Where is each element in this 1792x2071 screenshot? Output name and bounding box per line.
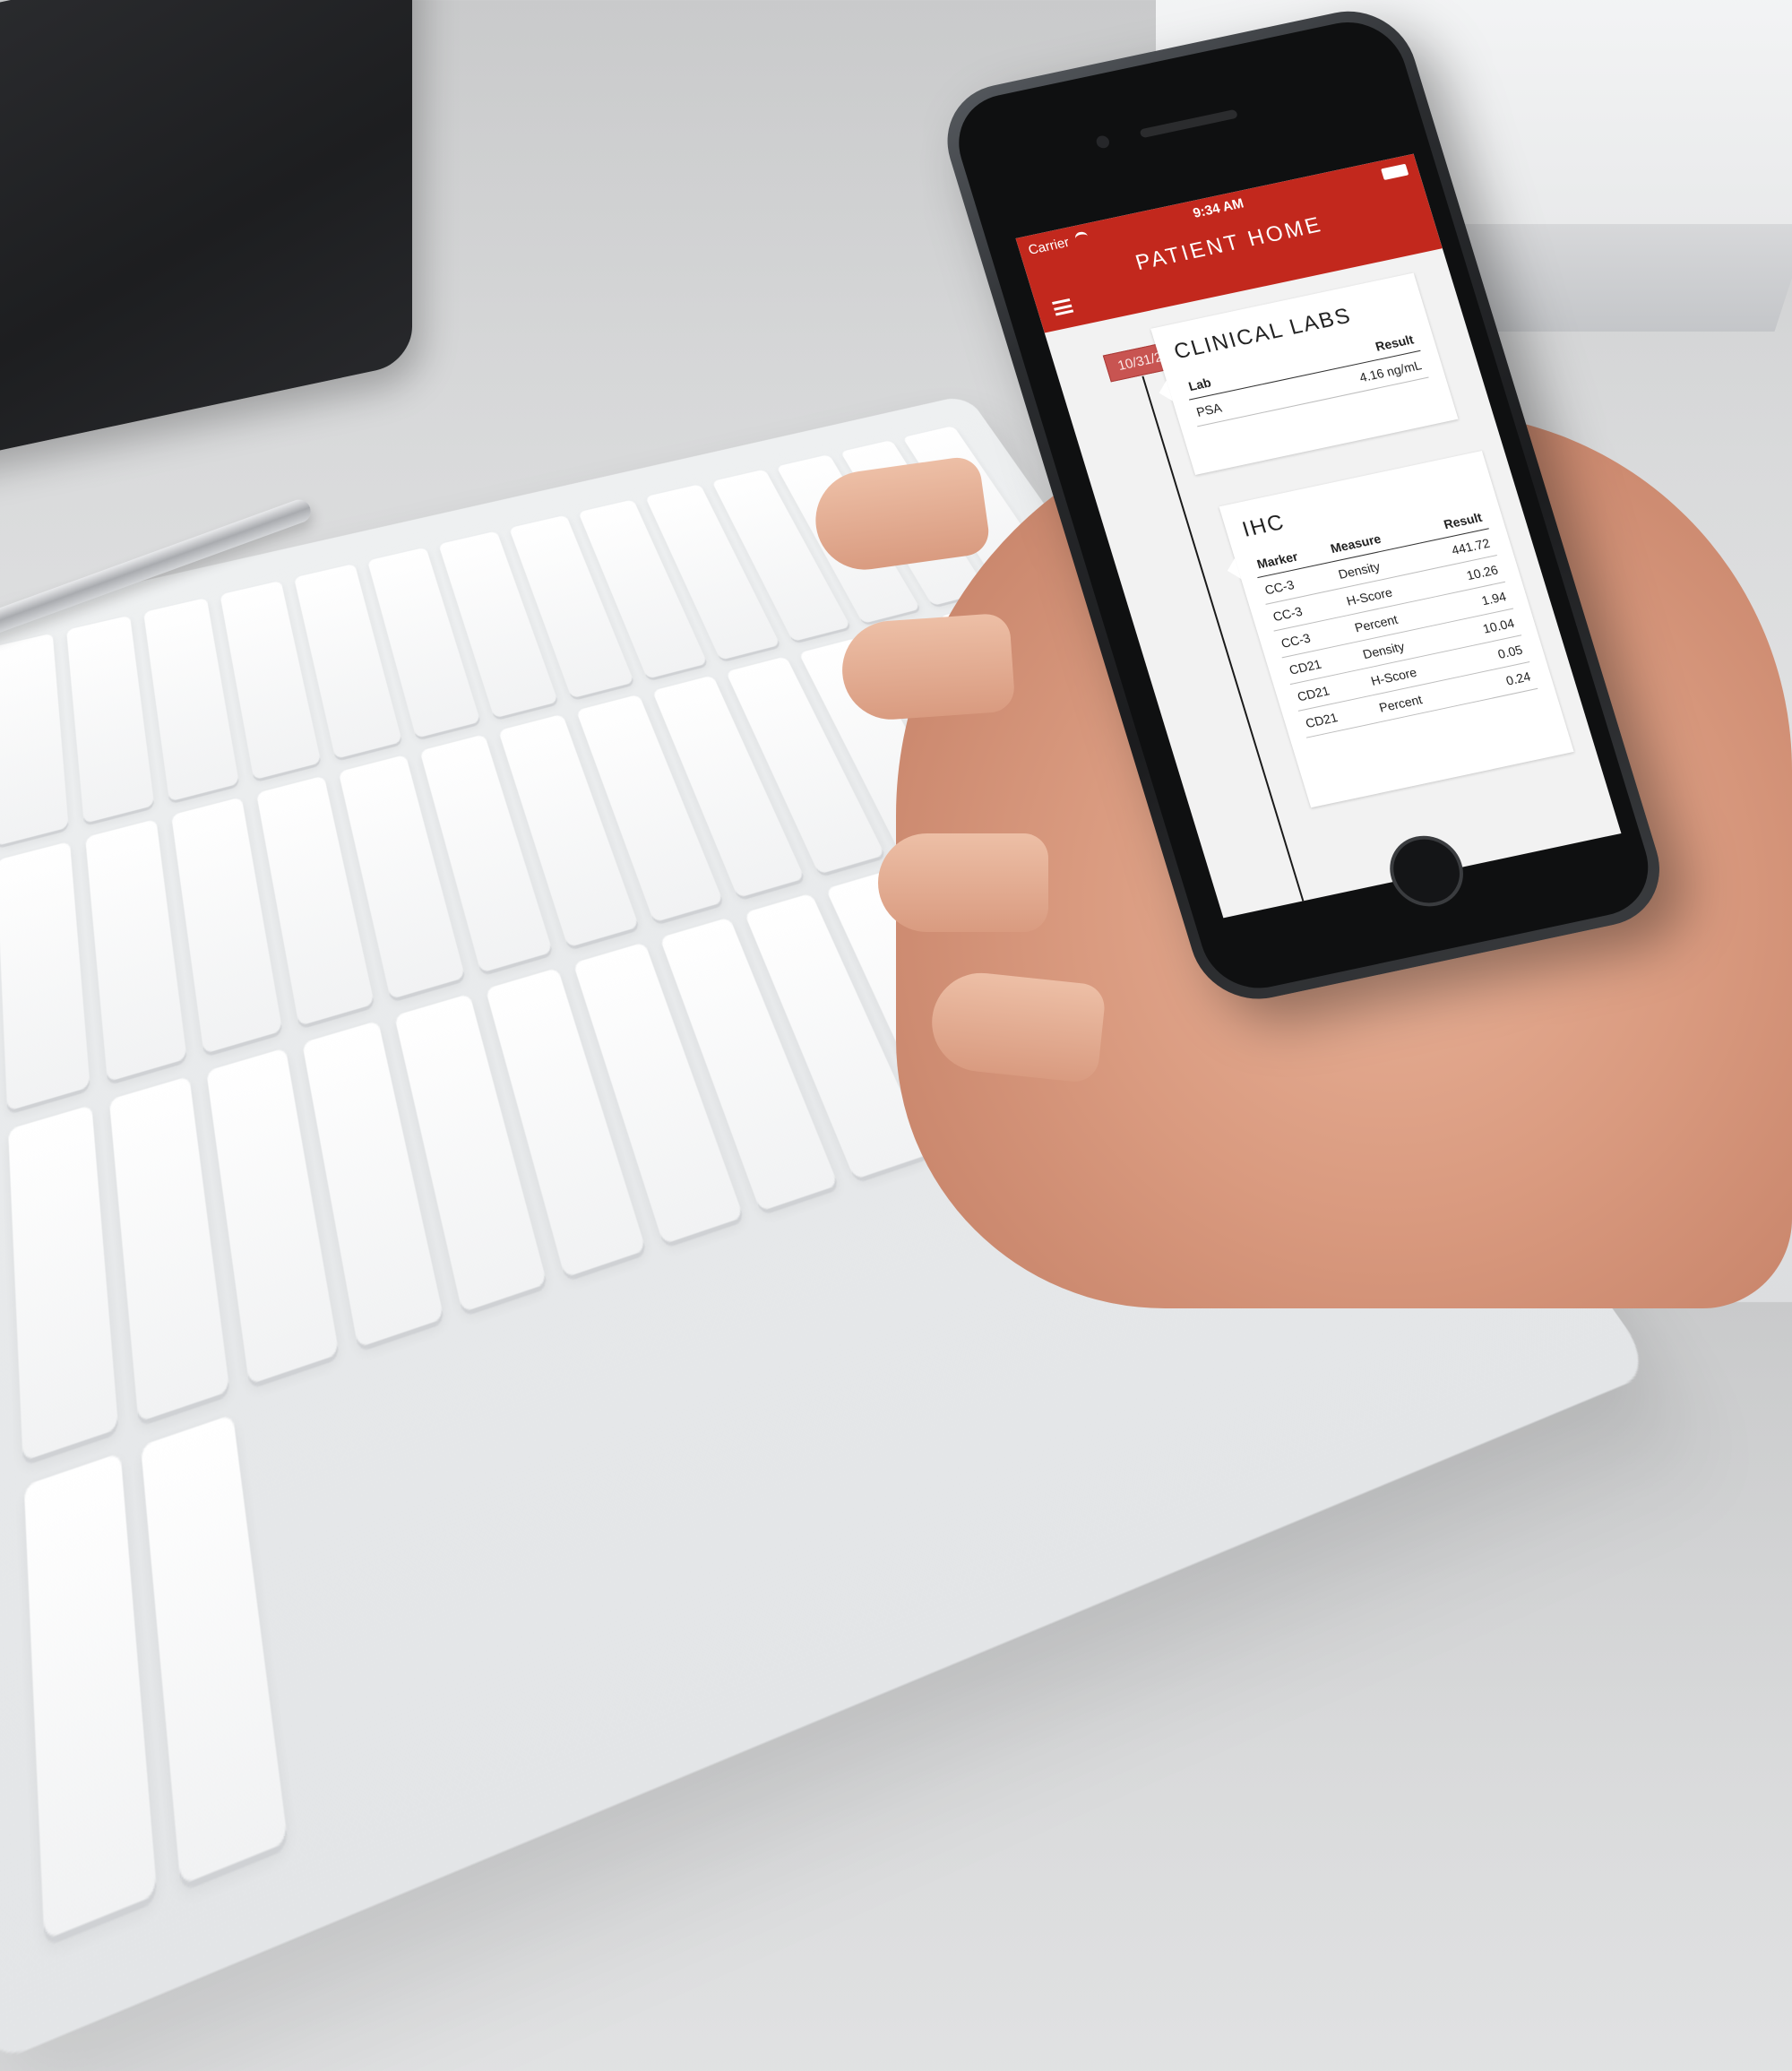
- keyboard-key: [108, 1075, 230, 1422]
- keyboard-key: [8, 1105, 118, 1461]
- keyboard-key: [0, 633, 69, 846]
- hand-finger: [839, 612, 1016, 723]
- hand-finger: [878, 833, 1048, 932]
- keyboard-key: [84, 818, 187, 1083]
- clinical-labs-card[interactable]: CLINICAL LABS Lab Result PSA 4.16 ng/mL: [1150, 272, 1459, 476]
- keyboard-key: [140, 1413, 289, 1885]
- background-dark-device: [0, 0, 412, 462]
- keyboard-key: [0, 841, 90, 1111]
- keyboard-key: [23, 1452, 157, 1940]
- ihc-table: Marker Measure Result CC-3 Density 441.7…: [1250, 504, 1538, 738]
- keyboard-key: [143, 597, 239, 801]
- ihc-card[interactable]: IHC Marker Measure Result CC-3 Density 4…: [1219, 450, 1574, 808]
- hamburger-menu-icon[interactable]: [1052, 298, 1074, 316]
- keyboard-key: [65, 615, 155, 824]
- front-camera: [1094, 134, 1111, 150]
- earpiece-speaker: [1139, 108, 1238, 139]
